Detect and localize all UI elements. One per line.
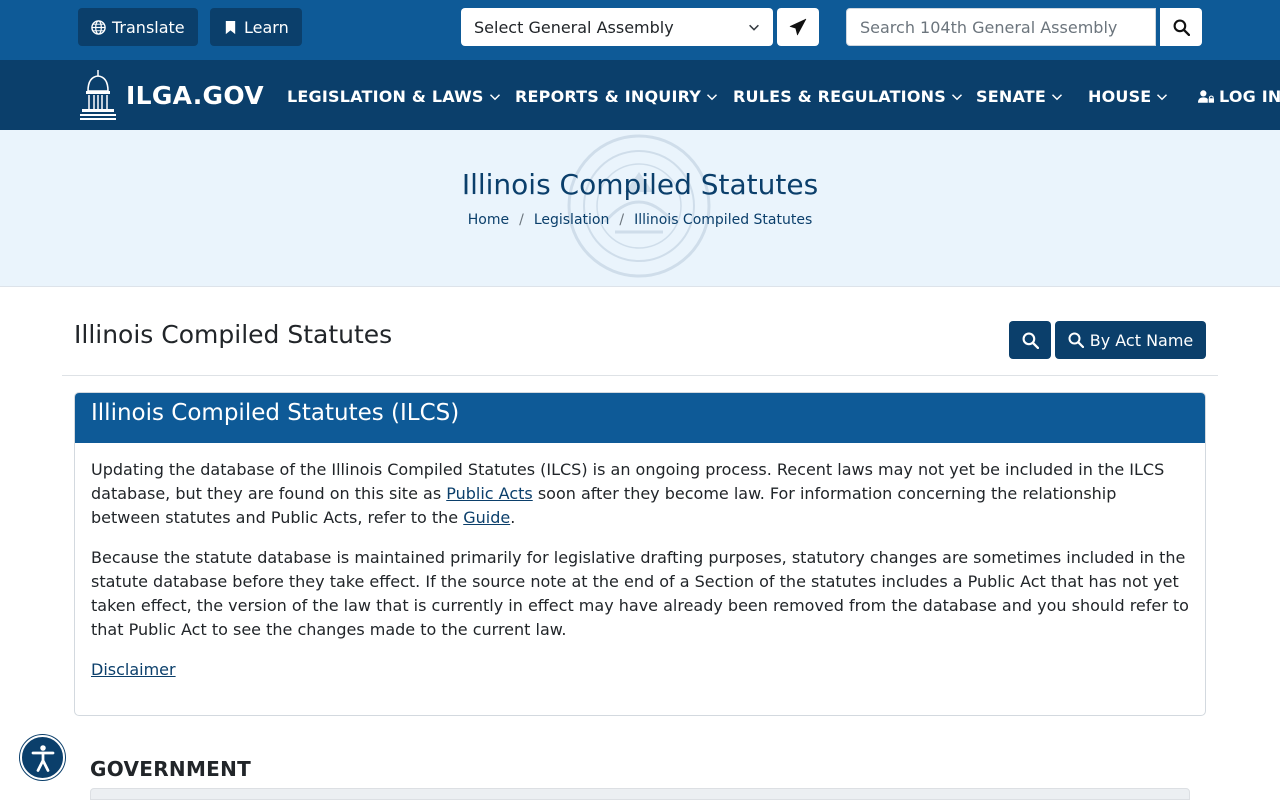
chevron-down-icon	[707, 93, 718, 100]
general-assembly-select[interactable]: Select General Assembly	[461, 8, 773, 46]
globe-icon	[91, 19, 106, 35]
hero-title: Illinois Compiled Statutes	[461, 168, 819, 201]
intro-text: .	[510, 508, 516, 527]
disclaimer-link[interactable]: Disclaimer	[91, 660, 176, 679]
search-statutes-button[interactable]	[1009, 321, 1051, 359]
nav-item-senate[interactable]: SENATE	[976, 87, 1063, 106]
card-heading: Illinois Compiled Statutes (ILCS)	[75, 393, 1205, 443]
chevron-down-icon	[489, 93, 500, 100]
capitol-dome-icon	[80, 70, 116, 120]
breadcrumb-home[interactable]: Home	[468, 212, 509, 228]
chevron-down-icon	[1157, 93, 1168, 100]
search-button[interactable]	[1160, 8, 1202, 46]
nav-item-label: LEGISLATION & LAWS	[287, 87, 484, 106]
section-title-government: GOVERNMENT	[90, 757, 252, 781]
go-button[interactable]	[777, 8, 819, 46]
search-input[interactable]	[846, 8, 1156, 46]
government-accordion-header[interactable]	[90, 788, 1190, 800]
nav-item-rules-regulations[interactable]: RULES & REGULATIONS	[733, 87, 963, 106]
by-act-name-button[interactable]: By Act Name	[1055, 321, 1206, 359]
chevron-down-icon	[1052, 93, 1063, 100]
chevron-down-icon	[951, 93, 962, 100]
state-seal-watermark-icon	[567, 134, 711, 278]
search-icon	[1022, 332, 1039, 349]
breadcrumb-separator: /	[519, 212, 524, 228]
header-divider	[62, 375, 1218, 376]
nav-item-label: REPORTS & INQUIRY	[515, 87, 702, 106]
search-icon	[1068, 332, 1084, 348]
login-label: LOG IN	[1219, 87, 1280, 106]
breadcrumb-current: Illinois Compiled Statutes	[634, 212, 813, 228]
accessibility-button[interactable]	[20, 735, 65, 780]
nav-item-label: RULES & REGULATIONS	[733, 87, 946, 106]
breadcrumb-legislation[interactable]: Legislation	[534, 212, 610, 228]
nav-item-legislation-laws[interactable]: LEGISLATION & LAWS	[287, 87, 501, 106]
utility-bar: Translate Learn Select General Assembly	[0, 0, 1280, 60]
translate-button[interactable]: Translate	[78, 8, 198, 46]
guide-link[interactable]: Guide	[463, 508, 510, 527]
public-acts-link[interactable]: Public Acts	[446, 484, 533, 503]
chevron-down-icon	[749, 24, 759, 31]
main-navigation: ILGA.GOV LEGISLATION & LAWS REPORTS & IN…	[0, 60, 1280, 130]
paper-plane-icon	[789, 18, 807, 36]
nav-item-reports-inquiry[interactable]: REPORTS & INQUIRY	[515, 87, 718, 106]
ilcs-info-card: Illinois Compiled Statutes (ILCS) Updati…	[74, 392, 1206, 716]
card-body: Updating the database of the Illinois Co…	[75, 443, 1205, 697]
drafting-paragraph: Because the statute database is maintain…	[91, 548, 1189, 639]
site-logo[interactable]: ILGA.GOV	[80, 69, 264, 121]
translate-label: Translate	[112, 17, 185, 37]
general-assembly-select-value: Select General Assembly	[474, 17, 674, 37]
by-act-name-label: By Act Name	[1089, 330, 1194, 350]
bookmark-icon	[225, 20, 236, 34]
accessibility-icon	[31, 744, 54, 772]
intro-paragraph: Updating the database of the Illinois Co…	[91, 458, 1189, 530]
breadcrumb-separator: /	[619, 212, 625, 228]
nav-item-house[interactable]: HOUSE	[1088, 87, 1168, 106]
page-title: Illinois Compiled Statutes	[74, 320, 393, 349]
breadcrumb: Home / Legislation / Illinois Compiled S…	[0, 212, 1280, 228]
learn-label: Learn	[244, 17, 289, 37]
learn-button[interactable]: Learn	[210, 8, 302, 46]
page-hero: Illinois Compiled Statutes Home / Legisl…	[0, 130, 1280, 287]
user-lock-icon	[1198, 90, 1214, 103]
nav-item-label: SENATE	[976, 87, 1047, 106]
logo-text: ILGA.GOV	[126, 80, 264, 110]
search-icon	[1173, 19, 1190, 36]
login-link[interactable]: LOG IN	[1198, 87, 1280, 106]
nav-item-label: HOUSE	[1088, 87, 1152, 106]
